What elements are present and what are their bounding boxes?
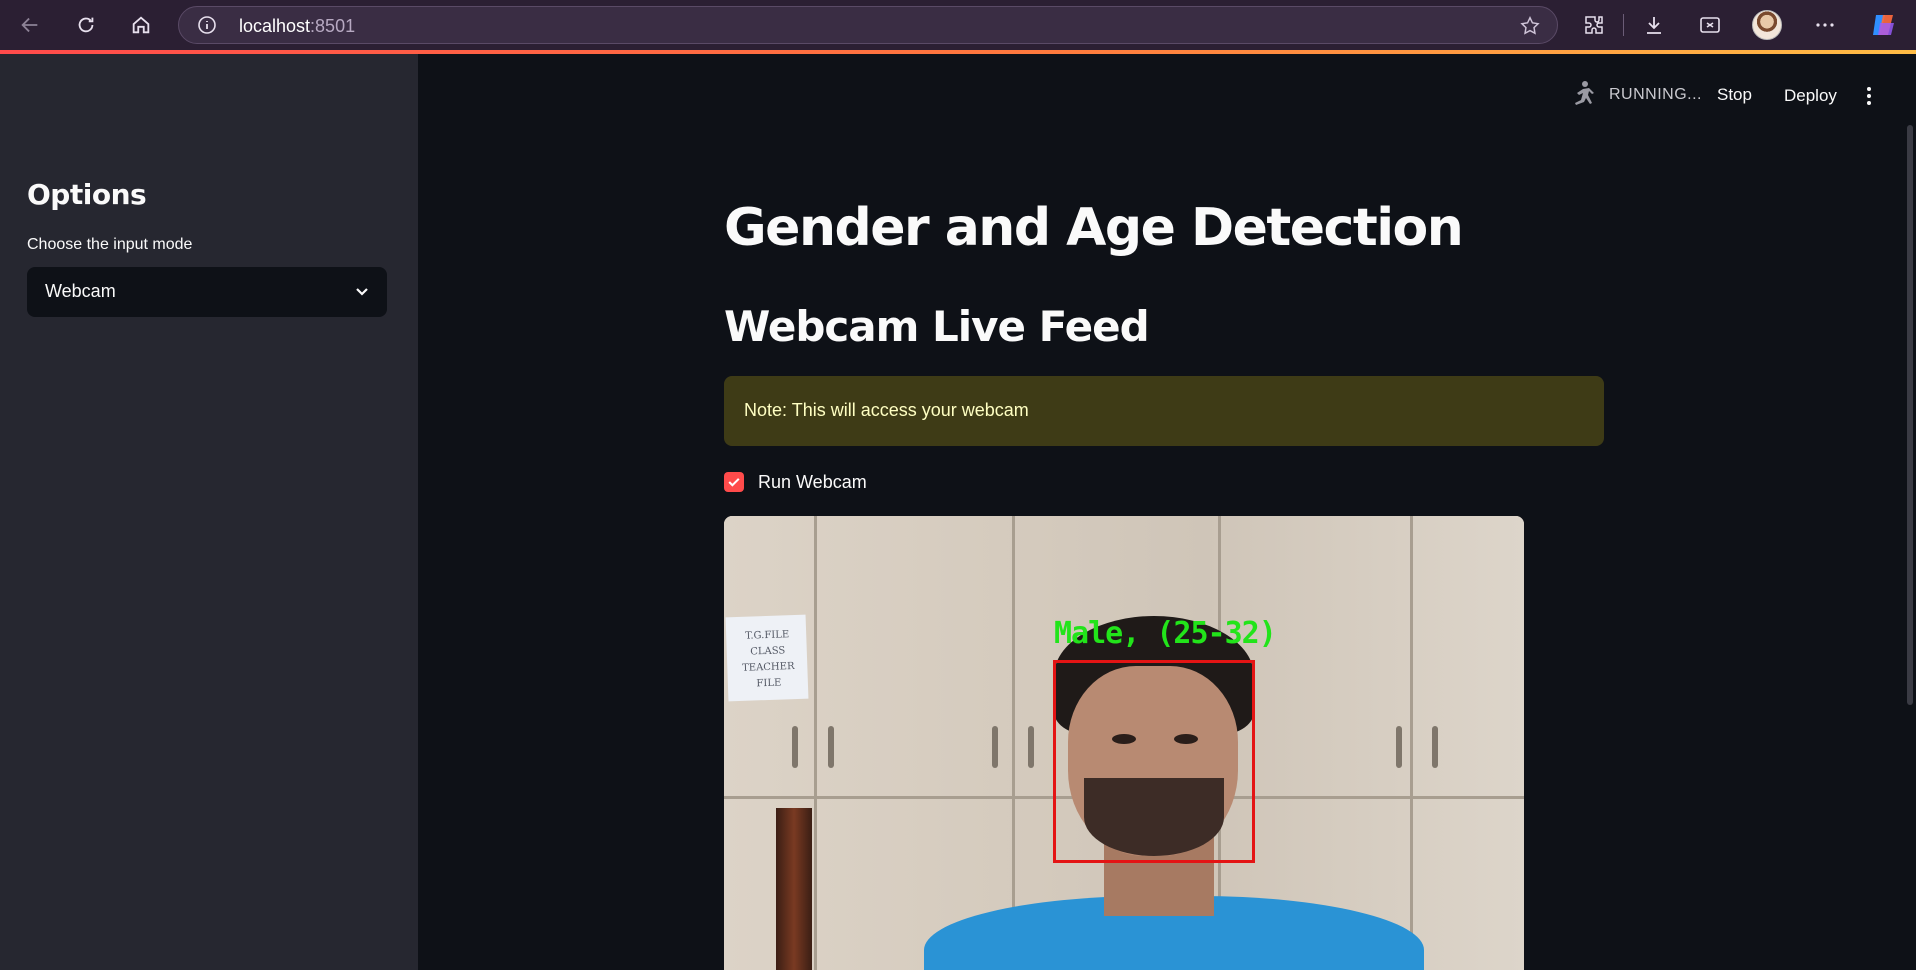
face-detection-box (1053, 660, 1255, 863)
browser-toolbar: localhost:8501 (0, 0, 1916, 50)
warning-note-text: Note: This will access your webcam (744, 400, 1029, 420)
cabinet-line (1012, 516, 1015, 970)
copilot-icon[interactable] (1870, 11, 1898, 39)
page-scrollbar[interactable] (1907, 125, 1913, 705)
info-icon[interactable] (197, 15, 217, 35)
running-status: RUNNING... (1609, 86, 1702, 103)
chevron-down-icon (356, 288, 368, 296)
webcam-feed-image: T.G.FILE CLASS TEACHER FILE Male, (25-32… (724, 516, 1524, 970)
back-icon[interactable] (14, 9, 46, 41)
cabinet-handle (1028, 726, 1034, 768)
profile-avatar[interactable] (1752, 10, 1782, 40)
download-icon[interactable] (1641, 12, 1667, 38)
sidebar-title: Options (27, 178, 147, 211)
stop-button[interactable]: Stop (1717, 85, 1752, 105)
cabinet-handle (992, 726, 998, 768)
cabinet-handle (792, 726, 798, 768)
running-man-icon (1575, 81, 1594, 105)
deploy-button[interactable]: Deploy (1784, 86, 1837, 106)
cabinet-handle (1396, 726, 1402, 768)
home-icon[interactable] (125, 9, 157, 41)
cabinet-line (814, 516, 817, 970)
face-detection-label: Male, (25-32) (1054, 616, 1277, 651)
page-title: Gender and Age Detection (724, 198, 1464, 258)
more-options-icon[interactable] (1812, 12, 1838, 38)
warning-note: Note: This will access your webcam (724, 376, 1604, 446)
check-icon (728, 478, 740, 487)
address-bar[interactable]: localhost:8501 (178, 6, 1558, 44)
screenshot-icon[interactable] (1697, 12, 1723, 38)
cabinet-handle (1432, 726, 1438, 768)
run-webcam-label: Run Webcam (758, 471, 867, 492)
run-webcam-checkbox[interactable] (724, 472, 744, 492)
paper-sign: T.G.FILE CLASS TEACHER FILE (725, 614, 809, 702)
input-mode-select[interactable]: Webcam (27, 267, 387, 317)
paper-sign-text: T.G.FILE CLASS TEACHER FILE (741, 629, 795, 690)
extensions-icon[interactable] (1581, 12, 1607, 38)
cabinet-handle (828, 726, 834, 768)
dark-object (776, 808, 812, 970)
main-menu-icon[interactable] (1858, 84, 1880, 108)
sidebar: Options Choose the input mode Webcam (0, 54, 418, 970)
favorite-star-icon[interactable] (1519, 15, 1541, 37)
input-mode-label: Choose the input mode (27, 236, 193, 253)
reload-icon[interactable] (70, 9, 102, 41)
run-webcam-checkbox-row[interactable]: Run Webcam (724, 470, 867, 494)
toolbar-divider (1623, 14, 1624, 36)
cabinet-line (1410, 516, 1413, 970)
section-heading: Webcam Live Feed (724, 302, 1150, 351)
url-text: localhost:8501 (239, 16, 356, 36)
input-mode-value: Webcam (45, 281, 116, 301)
